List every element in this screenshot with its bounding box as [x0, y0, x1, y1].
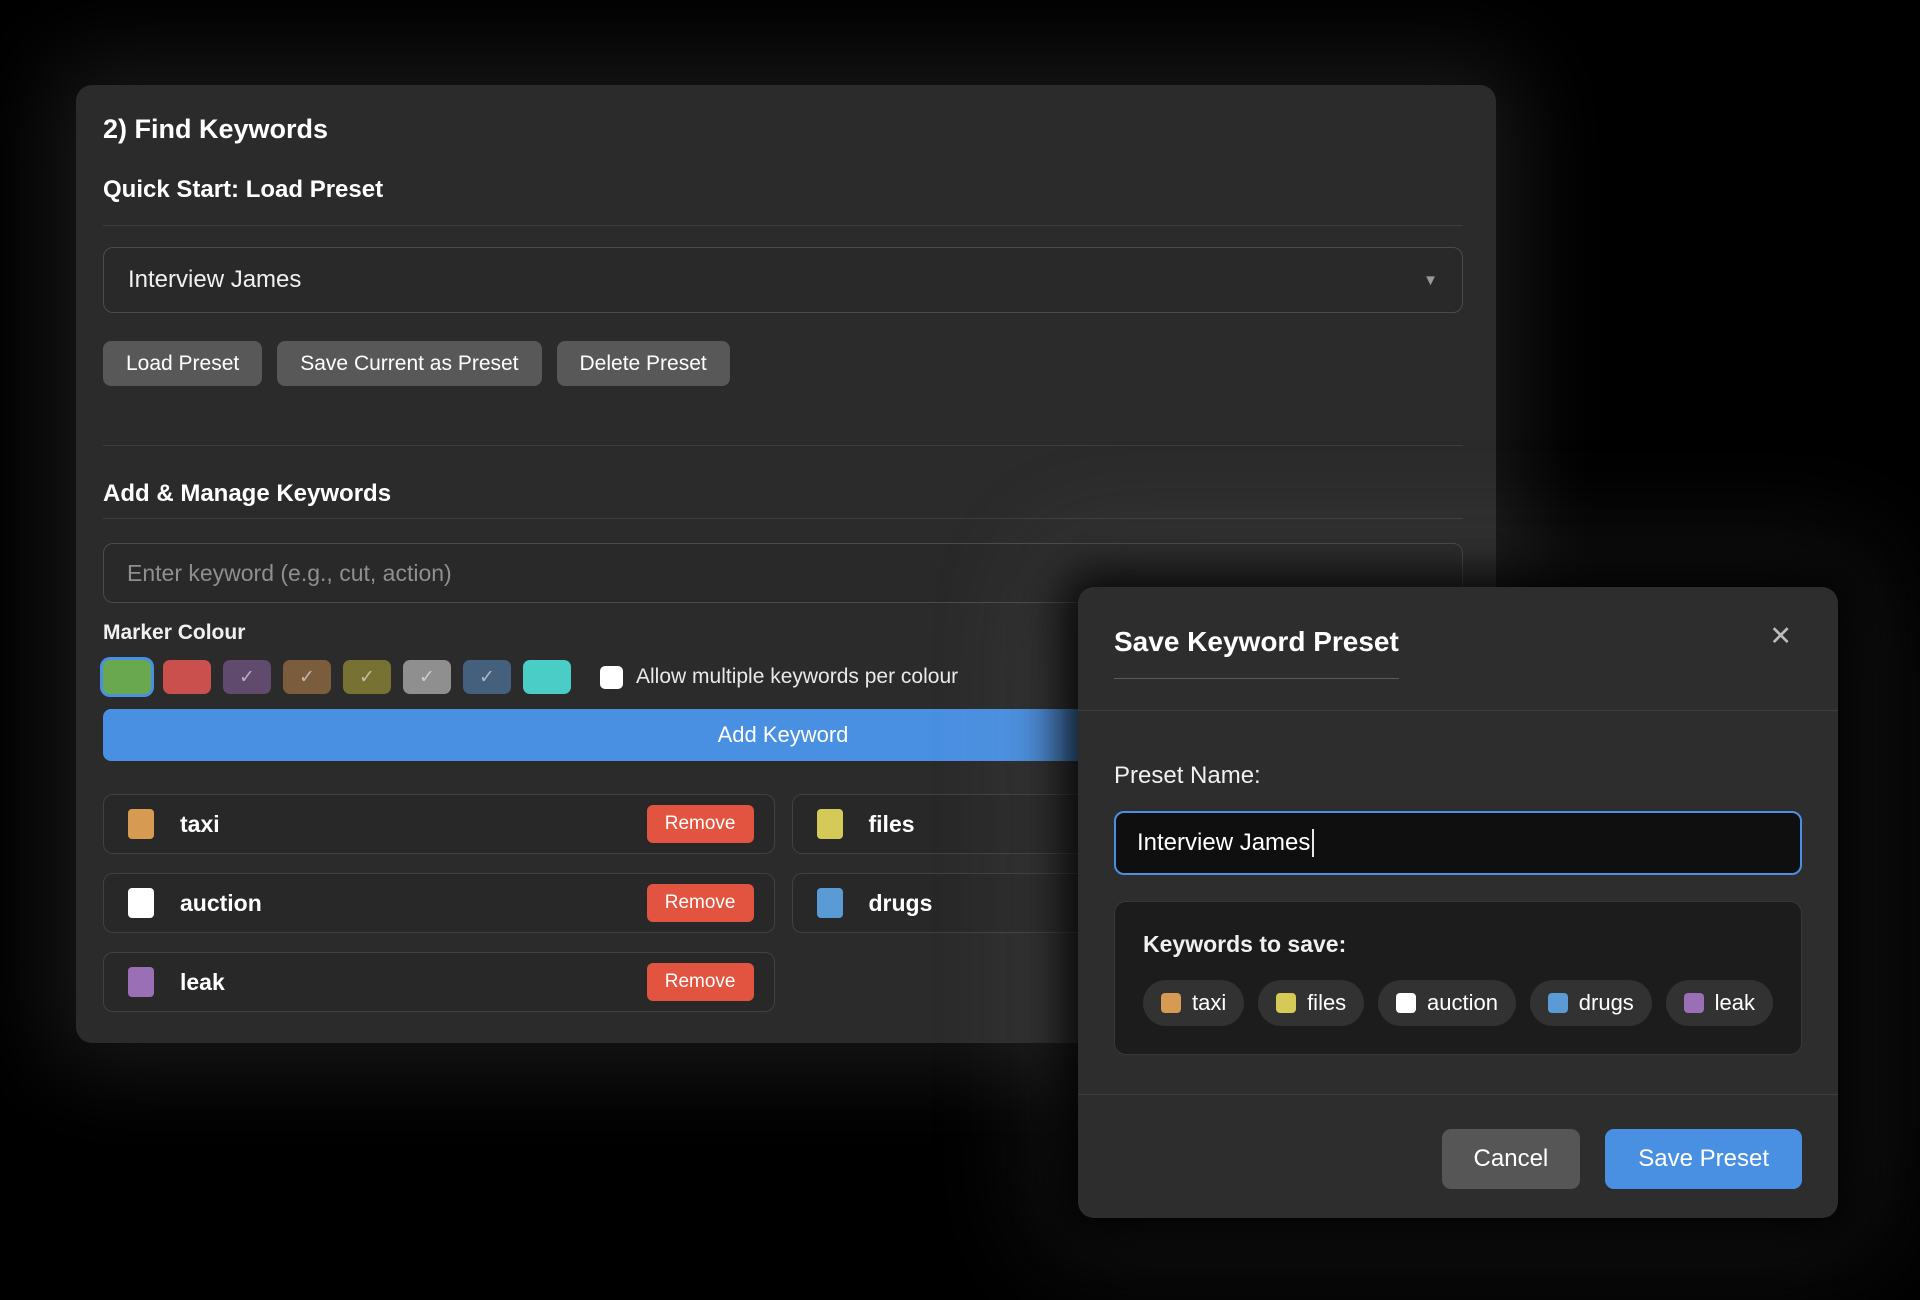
allow-multiple-checkbox[interactable]	[600, 666, 623, 689]
save-keyword-preset-modal: Save Keyword Preset ✕ Preset Name: Inter…	[1078, 587, 1838, 1218]
keyword-label: drugs	[869, 890, 933, 917]
load-preset-button[interactable]: Load Preset	[103, 341, 262, 386]
modal-title: Save Keyword Preset	[1114, 625, 1399, 679]
divider	[103, 225, 1463, 226]
colour-swatch-used[interactable]: ✓	[403, 660, 451, 694]
colour-swatch-used[interactable]: ✓	[463, 660, 511, 694]
chip-label: taxi	[1192, 990, 1226, 1016]
app-background: 2) Find Keywords Quick Start: Load Prese…	[0, 0, 1920, 1300]
remove-keyword-button[interactable]: Remove	[647, 805, 754, 843]
check-icon: ✓	[359, 666, 375, 689]
chip-label: files	[1307, 990, 1346, 1016]
chip-label: leak	[1715, 990, 1755, 1016]
chip-colour-swatch	[1396, 993, 1416, 1013]
keyword-row: leak Remove	[103, 952, 775, 1012]
check-icon: ✓	[299, 666, 315, 689]
save-current-as-preset-button[interactable]: Save Current as Preset	[277, 341, 541, 386]
keyword-colour-swatch	[128, 809, 154, 839]
check-icon: ✓	[419, 666, 435, 689]
panel-title: 2) Find Keywords	[103, 113, 1463, 145]
chip-colour-swatch	[1161, 993, 1181, 1013]
remove-keyword-button[interactable]: Remove	[647, 884, 754, 922]
keyword-label: files	[869, 811, 915, 838]
preset-name-label: Preset Name:	[1114, 761, 1802, 791]
keyword-row: taxi Remove	[103, 794, 775, 854]
text-cursor	[1312, 829, 1314, 857]
close-icon[interactable]: ✕	[1769, 623, 1792, 650]
chip-colour-swatch	[1684, 993, 1704, 1013]
modal-footer: Cancel Save Preset	[1078, 1094, 1838, 1189]
keyword-label: auction	[180, 890, 262, 917]
allow-multiple-label: Allow multiple keywords per colour	[636, 665, 958, 689]
chip-colour-swatch	[1276, 993, 1296, 1013]
keyword-colour-swatch	[817, 888, 843, 918]
keyword-label: leak	[180, 969, 225, 996]
cancel-button[interactable]: Cancel	[1442, 1129, 1581, 1189]
keywords-to-save-heading: Keywords to save:	[1143, 930, 1773, 958]
keywords-to-save-card: Keywords to save: taxi files auction	[1114, 901, 1802, 1055]
colour-swatch-used[interactable]: ✓	[283, 660, 331, 694]
keyword-chip: files	[1258, 980, 1364, 1026]
colour-swatch[interactable]	[163, 660, 211, 694]
quick-start-heading: Quick Start: Load Preset	[103, 175, 1463, 204]
modal-header: Save Keyword Preset ✕	[1078, 587, 1838, 711]
keyword-colour-swatch	[128, 967, 154, 997]
check-icon: ✓	[239, 666, 255, 689]
keyword-colour-swatch	[817, 809, 843, 839]
save-preset-button[interactable]: Save Preset	[1605, 1129, 1802, 1189]
keyword-chip: auction	[1378, 980, 1516, 1026]
chip-label: auction	[1427, 990, 1498, 1016]
preset-select-value: Interview James	[128, 266, 301, 294]
preset-select[interactable]: Interview James ▼	[103, 247, 1463, 313]
colour-swatch-used[interactable]: ✓	[343, 660, 391, 694]
check-icon: ✓	[479, 666, 495, 689]
divider	[103, 518, 1463, 519]
keyword-chip: taxi	[1143, 980, 1244, 1026]
remove-keyword-button[interactable]: Remove	[647, 963, 754, 1001]
divider	[103, 445, 1463, 446]
chevron-down-icon: ▼	[1423, 272, 1438, 289]
chip-colour-swatch	[1548, 993, 1568, 1013]
delete-preset-button[interactable]: Delete Preset	[557, 341, 730, 386]
preset-name-input[interactable]: Interview James	[1114, 811, 1802, 875]
keyword-chip: drugs	[1530, 980, 1652, 1026]
keyword-row: auction Remove	[103, 873, 775, 933]
manage-keywords-heading: Add & Manage Keywords	[103, 479, 1463, 508]
keyword-chip: leak	[1666, 980, 1773, 1026]
keyword-colour-swatch	[128, 888, 154, 918]
chip-label: drugs	[1579, 990, 1634, 1016]
preset-name-value: Interview James	[1137, 829, 1310, 857]
colour-swatch-used[interactable]: ✓	[223, 660, 271, 694]
colour-swatch-selected[interactable]	[103, 660, 151, 694]
colour-swatch[interactable]	[523, 660, 571, 694]
modal-body: Preset Name: Interview James Keywords to…	[1078, 711, 1838, 1055]
keyword-chips: taxi files auction drugs	[1143, 980, 1773, 1026]
preset-actions: Load Preset Save Current as Preset Delet…	[103, 341, 1463, 386]
keyword-label: taxi	[180, 811, 220, 838]
